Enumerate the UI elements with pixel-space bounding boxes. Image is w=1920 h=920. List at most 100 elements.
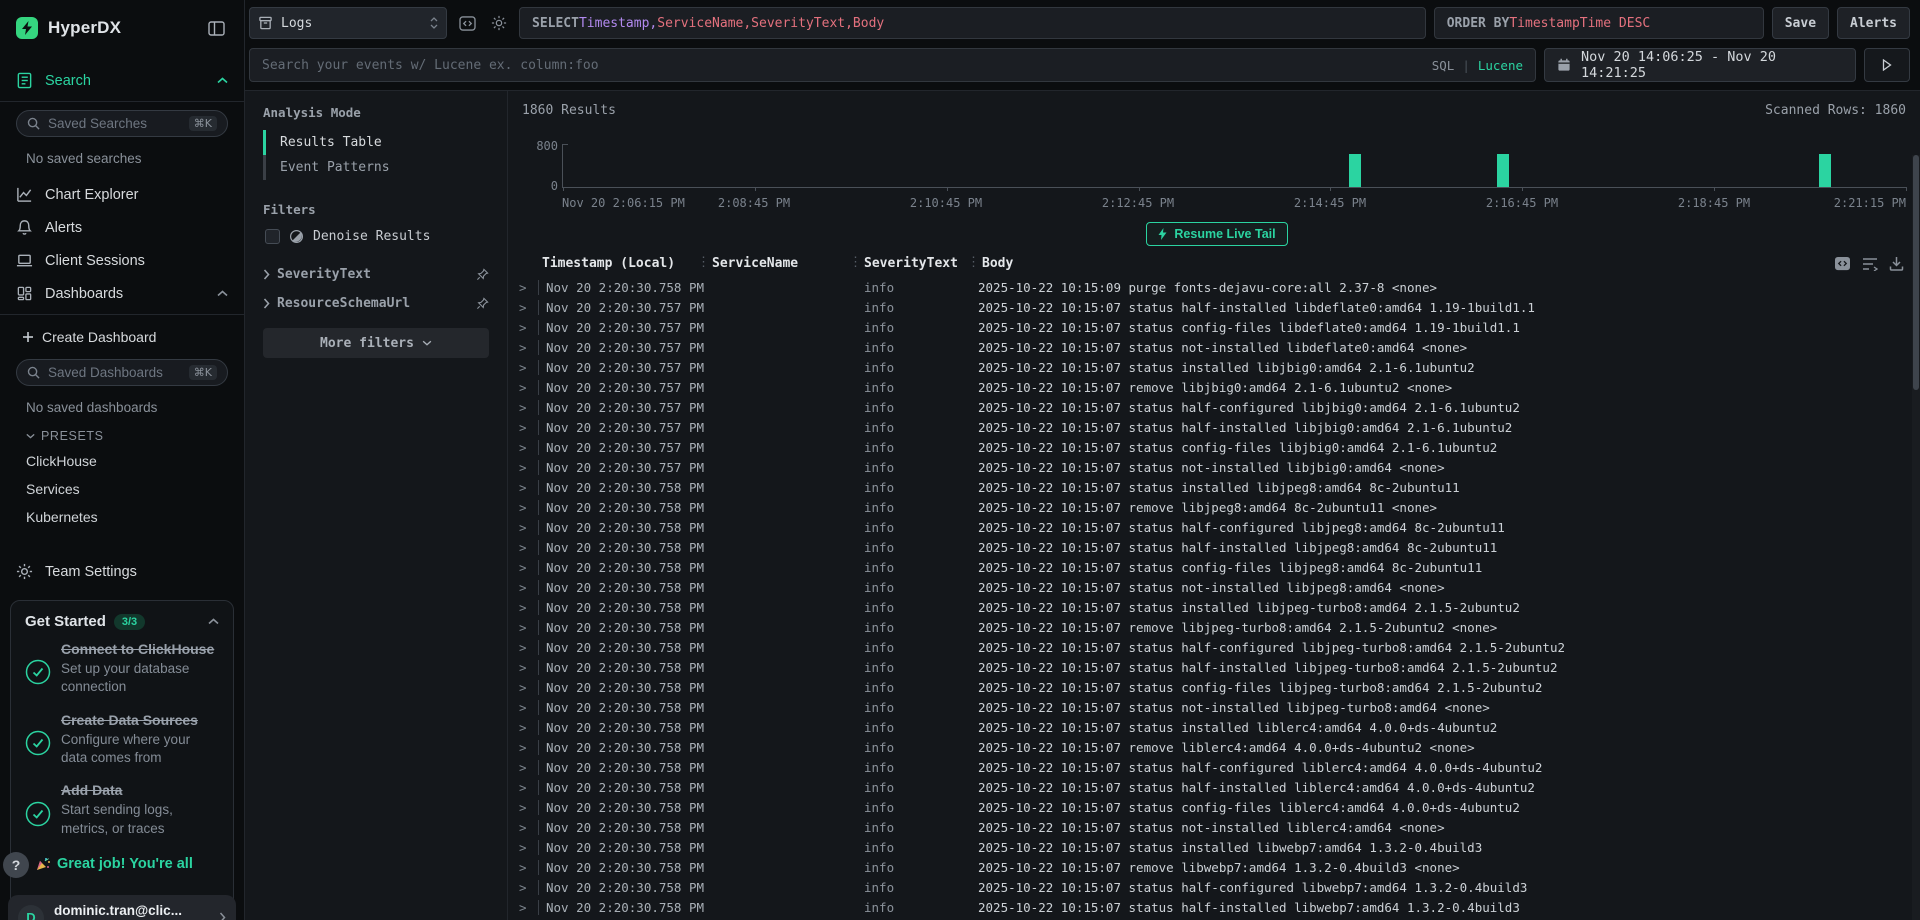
expand-row-chevron-icon[interactable]: > — [514, 420, 538, 435]
order-by-input[interactable]: ORDER BY TimestampTime DESC — [1434, 7, 1764, 39]
expand-row-chevron-icon[interactable]: > — [514, 380, 538, 395]
expand-row-chevron-icon[interactable]: > — [514, 840, 538, 855]
time-range-picker[interactable]: Nov 20 14:06:25 - Nov 20 14:21:25 — [1544, 48, 1856, 82]
chevron-up-icon[interactable] — [208, 618, 219, 625]
more-filters-button[interactable]: More filters — [263, 328, 489, 358]
table-row[interactable]: >Nov 20 2:20:30.758 PMinfo2025-10-22 10:… — [514, 517, 1920, 537]
expand-row-chevron-icon[interactable]: > — [514, 860, 538, 875]
source-select[interactable]: Logs — [249, 7, 447, 39]
table-row[interactable]: >Nov 20 2:20:30.757 PMinfo2025-10-22 10:… — [514, 337, 1920, 357]
table-row[interactable]: >Nov 20 2:20:30.758 PMinfo2025-10-22 10:… — [514, 497, 1920, 517]
sidebar-item-client-sessions[interactable]: Client Sessions — [0, 244, 244, 277]
expand-row-chevron-icon[interactable]: > — [514, 280, 538, 295]
histogram-bar[interactable] — [1349, 154, 1361, 187]
view-source-code-icon[interactable] — [1834, 256, 1851, 271]
expand-row-chevron-icon[interactable]: > — [514, 880, 538, 895]
preset-dashboard-item[interactable]: Kubernetes — [0, 503, 244, 531]
table-row[interactable]: >Nov 20 2:20:30.757 PMinfo2025-10-22 10:… — [514, 317, 1920, 337]
sql-toggle[interactable]: SQL — [1432, 58, 1455, 73]
sidebar-item-alerts[interactable]: Alerts — [0, 211, 244, 244]
expand-row-chevron-icon[interactable]: > — [514, 340, 538, 355]
table-row[interactable]: >Nov 20 2:20:30.758 PMinfo2025-10-22 10:… — [514, 817, 1920, 837]
column-header-timestamp[interactable]: Timestamp (Local) — [538, 256, 708, 271]
filter-group-severitytext[interactable]: SeverityText — [263, 260, 489, 289]
table-row[interactable]: >Nov 20 2:20:30.757 PMinfo2025-10-22 10:… — [514, 417, 1920, 437]
get-started-item[interactable]: Create Data SourcesConfigure where your … — [25, 711, 219, 768]
get-started-item[interactable]: Add DataStart sending logs, metrics, or … — [25, 781, 219, 838]
table-row[interactable]: >Nov 20 2:20:30.758 PMinfo2025-10-22 10:… — [514, 597, 1920, 617]
expand-row-chevron-icon[interactable]: > — [514, 580, 538, 595]
table-row[interactable]: >Nov 20 2:20:30.757 PMinfo2025-10-22 10:… — [514, 377, 1920, 397]
table-row[interactable]: >Nov 20 2:20:30.758 PMinfo2025-10-22 10:… — [514, 797, 1920, 817]
expand-row-chevron-icon[interactable]: > — [514, 660, 538, 675]
column-header-severitytext[interactable]: ⋮SeverityText — [860, 256, 978, 271]
table-row[interactable]: >Nov 20 2:20:30.757 PMinfo2025-10-22 10:… — [514, 297, 1920, 317]
table-row[interactable]: >Nov 20 2:20:30.758 PMinfo2025-10-22 10:… — [514, 557, 1920, 577]
table-row[interactable]: >Nov 20 2:20:30.758 PMinfo2025-10-22 10:… — [514, 697, 1920, 717]
table-row[interactable]: >Nov 20 2:20:30.758 PMinfo2025-10-22 10:… — [514, 537, 1920, 557]
table-row[interactable]: >Nov 20 2:20:30.758 PMinfo2025-10-22 10:… — [514, 717, 1920, 737]
table-row[interactable]: >Nov 20 2:20:30.758 PMinfo2025-10-22 10:… — [514, 677, 1920, 697]
histogram-bar[interactable] — [1497, 154, 1509, 187]
expand-row-chevron-icon[interactable]: > — [514, 740, 538, 755]
table-row[interactable]: >Nov 20 2:20:30.758 PMinfo2025-10-22 10:… — [514, 277, 1920, 297]
expand-row-chevron-icon[interactable]: > — [514, 640, 538, 655]
table-row[interactable]: >Nov 20 2:20:30.758 PMinfo2025-10-22 10:… — [514, 577, 1920, 597]
expand-row-chevron-icon[interactable]: > — [514, 800, 538, 815]
expand-row-chevron-icon[interactable]: > — [514, 560, 538, 575]
column-header-servicename[interactable]: ⋮ServiceName — [708, 256, 860, 271]
table-row[interactable]: >Nov 20 2:20:30.758 PMinfo2025-10-22 10:… — [514, 657, 1920, 677]
run-query-button[interactable] — [1864, 48, 1910, 82]
expand-row-chevron-icon[interactable]: > — [514, 680, 538, 695]
expand-row-chevron-icon[interactable]: > — [514, 540, 538, 555]
vertical-scrollbar[interactable] — [1912, 155, 1920, 920]
resume-live-tail-button[interactable]: Resume Live Tail — [1146, 222, 1287, 246]
expand-row-chevron-icon[interactable]: > — [514, 820, 538, 835]
table-row[interactable]: >Nov 20 2:20:30.757 PMinfo2025-10-22 10:… — [514, 437, 1920, 457]
table-row[interactable]: >Nov 20 2:20:30.758 PMinfo2025-10-22 10:… — [514, 617, 1920, 637]
sidebar-item-chart-explorer[interactable]: Chart Explorer — [0, 178, 244, 211]
table-row[interactable]: >Nov 20 2:20:30.758 PMinfo2025-10-22 10:… — [514, 857, 1920, 877]
user-account-button[interactable]: D dominic.tran@clic... dominic.tran@clic… — [8, 895, 236, 920]
expand-row-chevron-icon[interactable]: > — [514, 360, 538, 375]
expand-row-chevron-icon[interactable]: > — [514, 520, 538, 535]
pin-icon[interactable] — [476, 297, 489, 310]
column-header-body[interactable]: ⋮Body — [978, 256, 1824, 271]
pin-icon[interactable] — [476, 268, 489, 281]
alerts-button[interactable]: Alerts — [1837, 7, 1910, 39]
source-settings-gear-icon[interactable] — [487, 11, 511, 35]
collapse-sidebar-icon[interactable] — [204, 16, 228, 40]
help-button[interactable]: ? — [3, 852, 29, 878]
table-row[interactable]: >Nov 20 2:20:30.758 PMinfo2025-10-22 10:… — [514, 637, 1920, 657]
saved-searches-input[interactable]: Saved Searches ⌘K — [16, 110, 228, 137]
get-started-item[interactable]: Connect to ClickHouseSet up your databas… — [25, 640, 219, 697]
scrollbar-thumb[interactable] — [1913, 155, 1919, 390]
mode-results-table[interactable]: Results Table — [263, 130, 489, 155]
expand-row-chevron-icon[interactable]: > — [514, 620, 538, 635]
table-row[interactable]: >Nov 20 2:20:30.758 PMinfo2025-10-22 10:… — [514, 737, 1920, 757]
denoise-checkbox[interactable] — [265, 229, 280, 244]
table-row[interactable]: >Nov 20 2:20:30.758 PMinfo2025-10-22 10:… — [514, 897, 1920, 917]
save-button[interactable]: Save — [1772, 7, 1829, 39]
results-histogram[interactable]: 800 0 Nov 20 2:06:15 PM2:08:45 PM2:10:45… — [522, 124, 1906, 212]
sidebar-item-dashboards[interactable]: Dashboards — [0, 277, 244, 310]
create-dashboard-button[interactable]: Create Dashboard — [0, 319, 244, 351]
wrap-lines-icon[interactable] — [1862, 257, 1878, 271]
expand-row-chevron-icon[interactable]: > — [514, 600, 538, 615]
expand-row-chevron-icon[interactable]: > — [514, 900, 538, 915]
table-row[interactable]: >Nov 20 2:20:30.758 PMinfo2025-10-22 10:… — [514, 477, 1920, 497]
edit-source-icon[interactable] — [455, 11, 479, 35]
filter-group-resourceschemaurl[interactable]: ResourceSchemaUrl — [263, 289, 489, 318]
table-row[interactable]: >Nov 20 2:20:30.757 PMinfo2025-10-22 10:… — [514, 357, 1920, 377]
table-row[interactable]: >Nov 20 2:20:30.757 PMinfo2025-10-22 10:… — [514, 397, 1920, 417]
table-row[interactable]: >Nov 20 2:20:30.757 PMinfo2025-10-22 10:… — [514, 457, 1920, 477]
denoise-label[interactable]: Denoise Results — [313, 229, 430, 244]
mode-event-patterns[interactable]: Event Patterns — [263, 155, 489, 180]
presets-toggle[interactable]: PRESETS — [0, 421, 244, 447]
table-row[interactable]: >Nov 20 2:20:30.758 PMinfo2025-10-22 10:… — [514, 777, 1920, 797]
lucene-toggle[interactable]: Lucene — [1478, 58, 1523, 73]
table-row[interactable]: >Nov 20 2:20:30.758 PMinfo2025-10-22 10:… — [514, 837, 1920, 857]
preset-dashboard-item[interactable]: ClickHouse — [0, 447, 244, 475]
preset-dashboard-item[interactable]: Services — [0, 475, 244, 503]
expand-row-chevron-icon[interactable]: > — [514, 480, 538, 495]
